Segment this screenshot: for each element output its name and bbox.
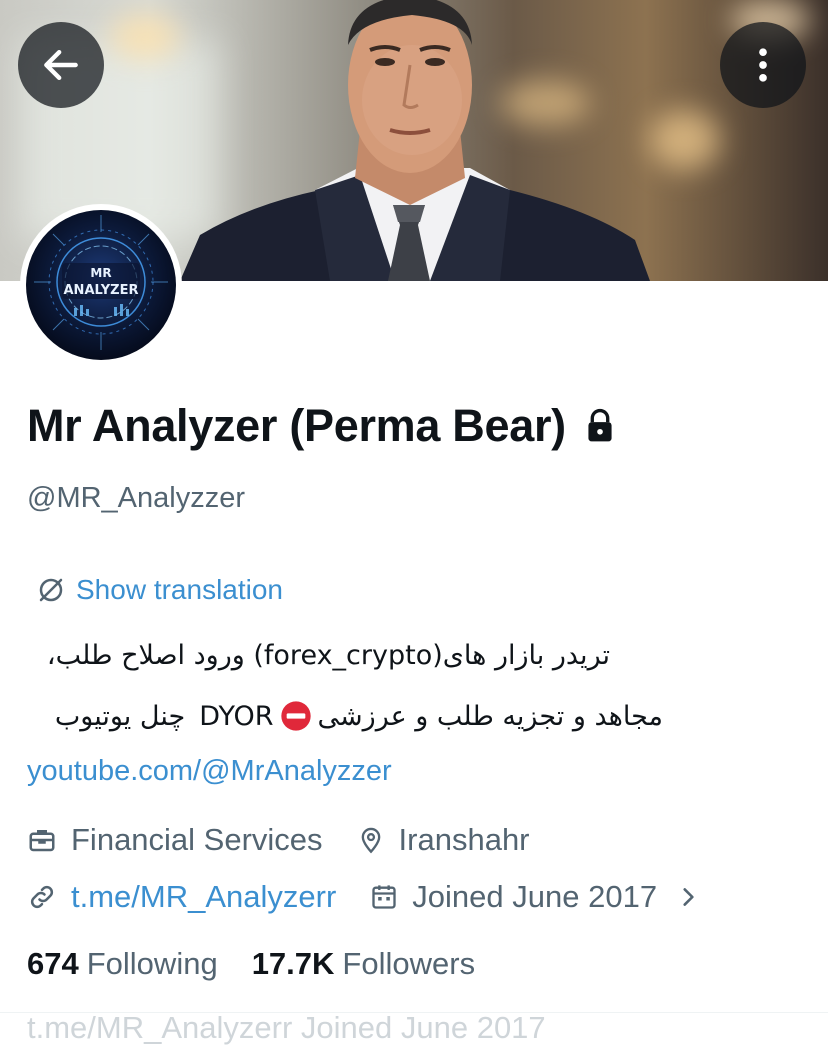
avatar[interactable]: MR ANALYZER: [20, 204, 182, 366]
arrow-left-icon: [44, 49, 78, 81]
profile-joined-text: Joined June 2017: [412, 879, 658, 914]
profile-stats: 674 Following 17.7K Followers: [27, 946, 509, 982]
profile-website-link[interactable]: t.me/MR_Analyzerr: [71, 879, 336, 915]
link-icon: [27, 882, 57, 912]
more-vertical-icon: [759, 48, 767, 82]
profile-category-text: Financial Services: [71, 822, 323, 857]
profile-category: Financial Services: [27, 822, 323, 858]
bio-youtube-link[interactable]: youtube.com/@MrAnalyzzer: [27, 755, 392, 788]
no-entry-emoji: [280, 700, 312, 732]
translate-icon: [39, 578, 63, 602]
banner-portrait: [180, 0, 650, 281]
back-button[interactable]: [18, 22, 104, 108]
avatar-text-top: MR: [90, 266, 111, 280]
location-pin-icon: [357, 825, 385, 855]
followers-stat[interactable]: 17.7K Followers: [252, 946, 475, 982]
ghost-meta-row: t.me/MR_Analyzerr Joined June 2017: [27, 1010, 546, 1045]
lock-icon: [584, 408, 616, 444]
show-translation-button[interactable]: Show translation: [36, 574, 283, 606]
display-name: Mr Analyzer (Perma Bear): [27, 400, 566, 451]
profile-location: Iranshahr: [357, 822, 530, 858]
profile-location-text: Iranshahr: [398, 822, 530, 857]
avatar-text-bottom: ANALYZER: [64, 283, 139, 298]
profile-website[interactable]: t.me/MR_Analyzerr: [27, 879, 336, 915]
bio-line-2-part-1: مجاهد و تجزیه طلب و عرزشی: [317, 700, 663, 732]
following-count: 674: [27, 946, 79, 981]
bio-line-2-part-2: DYOR: [199, 700, 274, 732]
briefcase-icon: [27, 825, 57, 855]
bio-line-1: تریدر بازار های(forex_crypto) ورود اصلاح…: [46, 640, 610, 671]
profile-meta-row-2: t.me/MR_Analyzerr Joined June 2017: [27, 879, 701, 915]
profile-handle: @MR_Analyzzer: [27, 482, 245, 514]
banner-light: [110, 14, 180, 60]
bio-line-2: مجاهد و تجزیه طلب و عرزشی DYOR چنل یوتیو…: [27, 700, 663, 732]
show-translation-label: Show translation: [76, 574, 284, 605]
profile-joined[interactable]: Joined June 2017: [370, 879, 657, 915]
more-options-button[interactable]: [720, 22, 806, 108]
followers-label: Followers: [342, 946, 476, 981]
following-label: Following: [86, 946, 218, 981]
chevron-right-icon[interactable]: [675, 884, 701, 910]
followers-count: 17.7K: [251, 946, 335, 981]
banner-light: [650, 110, 720, 170]
profile-meta-row-1: Financial Services Iranshahr: [27, 822, 564, 858]
bio-line-2-part-3: چنل یوتیوب: [54, 700, 186, 732]
following-stat[interactable]: 674 Following: [27, 946, 218, 982]
calendar-icon: [370, 883, 398, 911]
profile-name-row: Mr Analyzer (Perma Bear): [27, 400, 616, 452]
avatar-logo: MR ANALYZER: [26, 210, 176, 360]
